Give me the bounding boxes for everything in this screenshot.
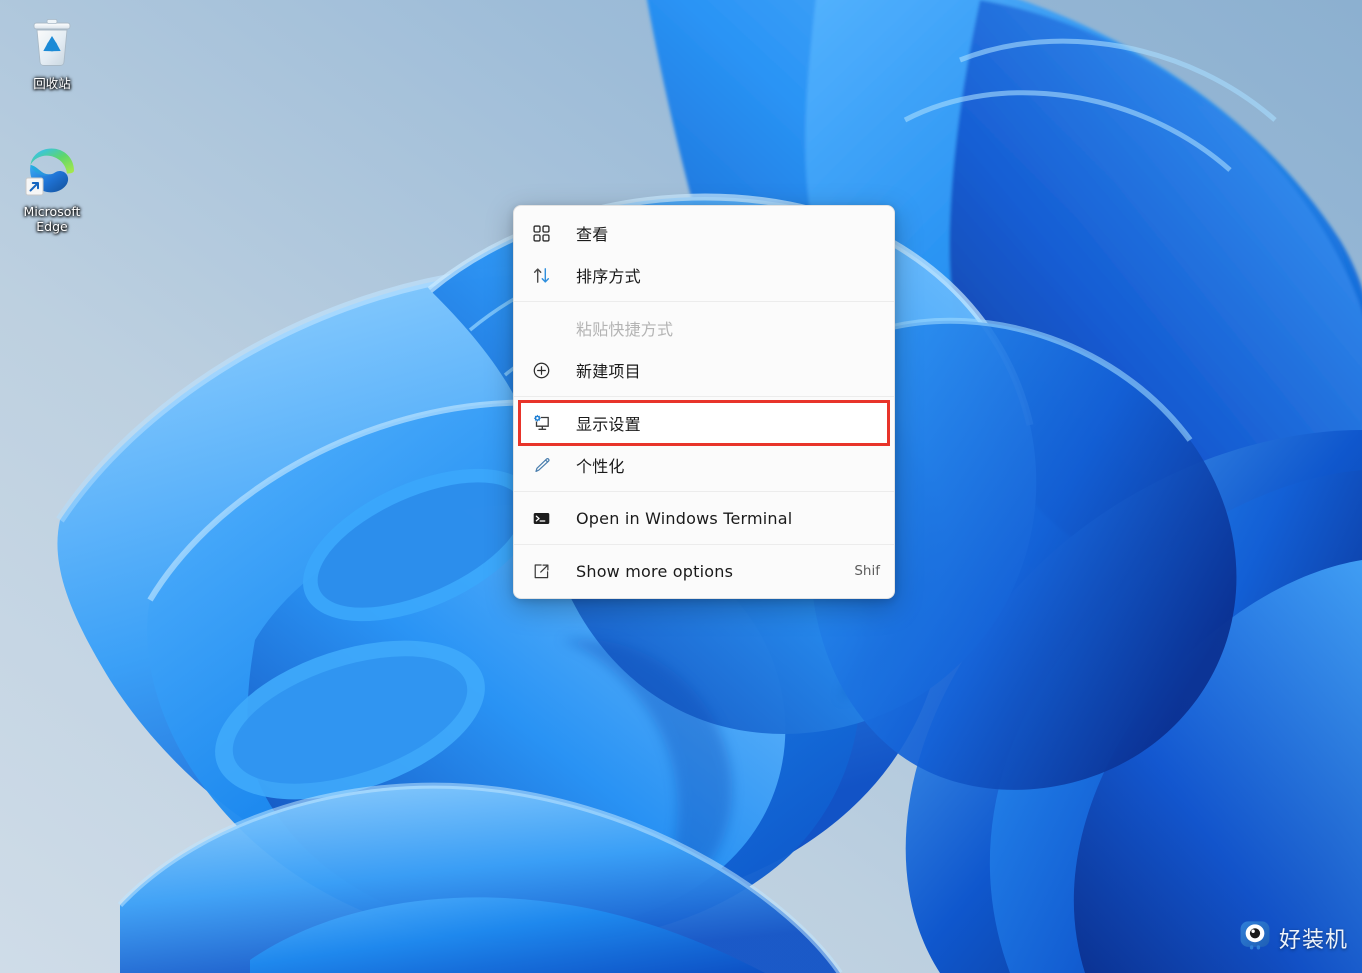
menu-item-label: Show more options (576, 561, 734, 581)
menu-item-open-in-windows-terminal[interactable]: Open in Windows Terminal (514, 497, 894, 539)
desktop-icon-label: Microsoft Edge (4, 204, 100, 234)
menu-item-label: 排序方式 (576, 267, 641, 286)
edge-label-line1: Microsoft (23, 204, 81, 219)
edge-label-line2: Edge (36, 219, 68, 234)
menu-item-label: 粘贴快捷方式 (576, 320, 674, 339)
watermark-text: 好装机 (1278, 927, 1348, 953)
plus-circle-icon (532, 359, 558, 381)
desktop[interactable]: 回收站 Microsoft Edge 查看 排序方式 粘贴快捷方式 新建项目 显… (0, 0, 1362, 973)
desktop-icon-label: 回收站 (33, 76, 71, 91)
monitor-gear-icon (532, 412, 558, 434)
expand-arrow-icon (532, 560, 558, 582)
menu-item-sort-by[interactable]: 排序方式 (514, 254, 894, 296)
menu-separator (514, 491, 894, 492)
menu-item-paste-shortcut: 粘贴快捷方式 (514, 307, 894, 349)
menu-item-label: Open in Windows Terminal (576, 508, 793, 528)
terminal-icon (532, 507, 558, 529)
grid-view-icon (532, 222, 558, 244)
pen-brush-icon (532, 454, 558, 476)
paste-shortcut-icon-placeholder (532, 317, 558, 339)
edge-icon (24, 142, 80, 198)
desktop-icon-microsoft-edge[interactable]: Microsoft Edge (4, 142, 100, 234)
menu-item-label: 显示设置 (576, 415, 641, 434)
desktop-icon-recycle-bin[interactable]: 回收站 (4, 14, 100, 91)
menu-item-view[interactable]: 查看 (514, 212, 894, 254)
menu-item-display-settings[interactable]: 显示设置 (518, 400, 890, 446)
menu-separator (514, 544, 894, 545)
menu-item-personalize[interactable]: 个性化 (514, 444, 894, 486)
watermark: 好装机 (1238, 918, 1348, 957)
recycle-bin-icon (24, 14, 80, 70)
desktop-context-menu[interactable]: 查看 排序方式 粘贴快捷方式 新建项目 显示设置 个性化 Open in Win… (513, 205, 895, 599)
sort-arrows-icon (532, 264, 558, 286)
menu-item-label: 查看 (576, 225, 609, 244)
menu-item-label: 个性化 (576, 457, 625, 476)
menu-item-new-item[interactable]: 新建项目 (514, 349, 894, 391)
eye-logo-icon (1238, 918, 1272, 957)
menu-item-label: 新建项目 (576, 362, 641, 381)
menu-separator (514, 396, 894, 397)
menu-separator (514, 301, 894, 302)
menu-item-show-more-options[interactable]: Show more options Shif (514, 550, 894, 592)
menu-item-shortcut: Shif (854, 563, 880, 579)
